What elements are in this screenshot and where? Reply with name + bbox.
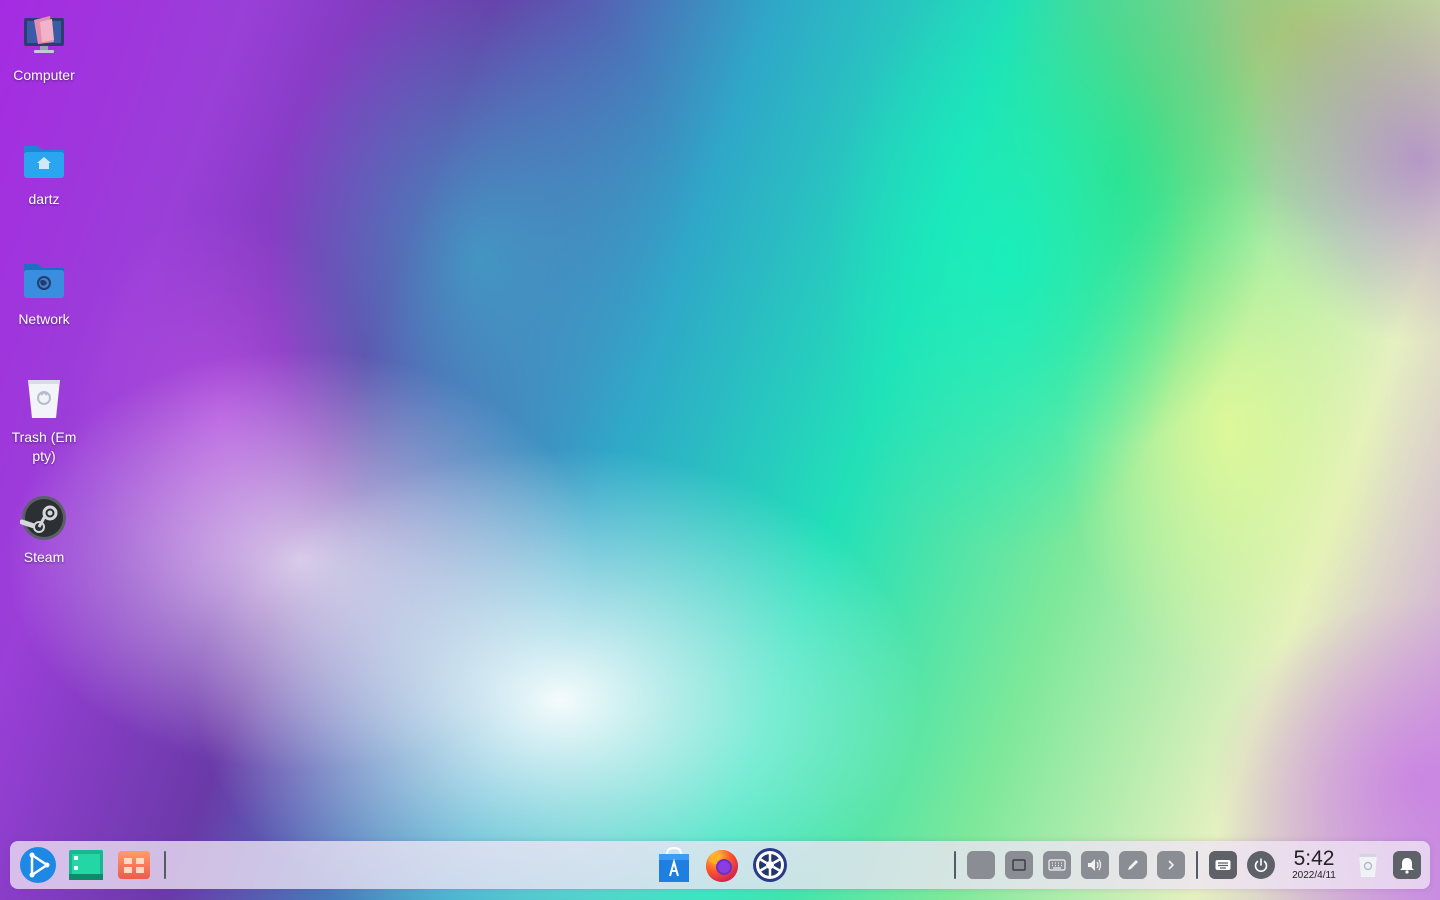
system-tray: 5:42 2022/4/11	[948, 843, 1426, 887]
pen-icon	[1128, 860, 1138, 870]
launcher-icon	[20, 847, 56, 883]
desktop-item-home-folder[interactable]: dartz	[8, 136, 80, 209]
firefox-icon	[706, 850, 738, 882]
control-center-icon	[753, 848, 787, 882]
screen-icon	[1012, 859, 1026, 871]
app-store-icon	[659, 846, 689, 882]
control-center-button[interactable]	[748, 843, 792, 887]
trash-icon	[28, 380, 60, 418]
desktop-item-label: Computer	[13, 67, 75, 83]
home-folder-icon	[24, 146, 64, 178]
dock-left-section	[14, 843, 172, 887]
volume-icon	[1088, 859, 1102, 871]
dock-pinned-apps	[650, 843, 794, 887]
multitasking-view-icon	[69, 850, 103, 880]
taskbar-dock: 5:42 2022/4/11	[10, 841, 1430, 889]
desktop-item-label: Steam	[23, 549, 65, 565]
app-store-button[interactable]	[652, 843, 696, 887]
desktop-item-steam[interactable]: Steam	[8, 494, 80, 567]
clock-date: 2022/4/11	[1292, 870, 1336, 881]
dock-separator	[954, 851, 956, 879]
dock-separator	[164, 851, 166, 879]
dock-trash-button[interactable]	[1350, 843, 1386, 887]
pen-button[interactable]	[1119, 851, 1147, 879]
keyboard-icon	[1048, 859, 1066, 871]
tray-app-button[interactable]	[967, 851, 995, 879]
desktop-item-network[interactable]: Network	[8, 256, 80, 329]
screen-button[interactable]	[1005, 851, 1033, 879]
keyboard-layout-button[interactable]	[1043, 851, 1071, 879]
onscreen-keyboard-button[interactable]	[1209, 851, 1237, 879]
desktop-item-label: Network	[18, 311, 70, 327]
power-button[interactable]	[1247, 851, 1275, 879]
desktop-item-computer[interactable]: Computer	[8, 12, 80, 85]
steam-icon	[20, 496, 66, 540]
show-desktop-icon	[118, 851, 150, 879]
chevron-right-icon	[1168, 860, 1175, 870]
volume-button[interactable]	[1081, 851, 1109, 879]
clock-time: 5:42	[1293, 847, 1335, 870]
firefox-button[interactable]	[700, 843, 744, 887]
computer-icon	[24, 16, 64, 53]
dock-separator	[1196, 851, 1198, 879]
desktop-item-trash[interactable]: Trash (Empty)	[8, 374, 80, 466]
onscreen-keyboard-icon	[1215, 860, 1231, 870]
desktop-item-label: dartz	[28, 191, 60, 207]
network-folder-icon	[24, 264, 64, 298]
show-desktop-button[interactable]	[112, 843, 156, 887]
power-icon	[1254, 858, 1268, 873]
notifications-button[interactable]	[1393, 851, 1421, 879]
desktop-item-label: Trash (Empty)	[11, 429, 77, 464]
multitasking-button[interactable]	[64, 843, 108, 887]
expand-tray-button[interactable]	[1157, 851, 1185, 879]
bell-icon	[1400, 858, 1414, 874]
clock[interactable]: 5:42 2022/4/11	[1288, 848, 1340, 882]
trash-icon	[1359, 854, 1377, 877]
launcher-button[interactable]	[16, 843, 60, 887]
